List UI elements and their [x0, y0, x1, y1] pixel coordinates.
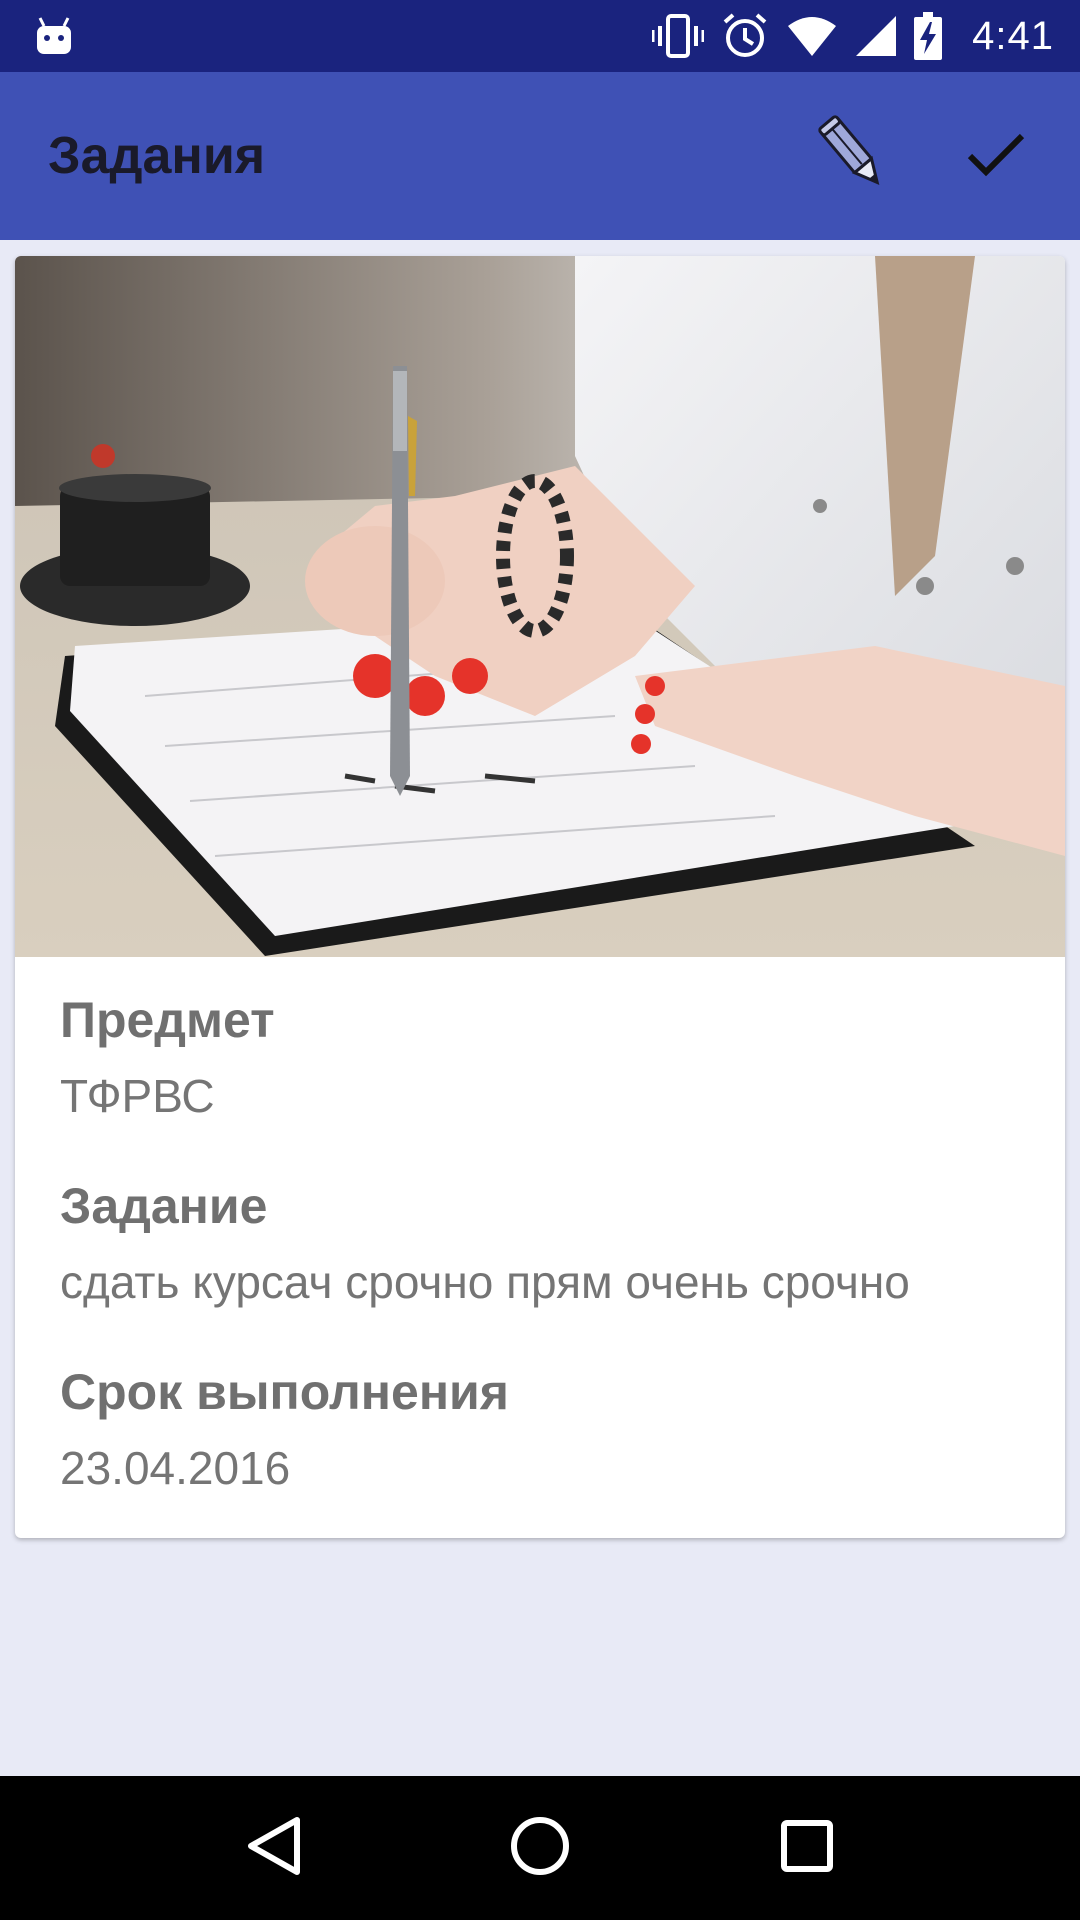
- task-details: Предмет ТФРВС Задание сдать курсач срочн…: [15, 957, 1065, 1491]
- app-title: Задания: [48, 127, 266, 185]
- recents-button[interactable]: [747, 1788, 867, 1908]
- status-bar: 4:41: [0, 0, 1080, 72]
- signal-icon: [856, 16, 897, 56]
- status-time: 4:41: [972, 13, 1054, 58]
- deadline-value: 23.04.2016: [60, 1442, 291, 1494]
- recents-icon: [779, 1818, 835, 1879]
- subject-label: Предмет: [60, 992, 275, 1048]
- wifi-icon: [786, 16, 838, 56]
- edit-button[interactable]: [792, 96, 912, 216]
- pencil-icon: [810, 112, 894, 201]
- task-card: Предмет ТФРВС Задание сдать курсач срочн…: [15, 256, 1065, 1538]
- app-bar: Задания: [0, 72, 1080, 240]
- status-right: 4:41: [652, 12, 1054, 60]
- subject-value: ТФРВС: [60, 1070, 215, 1122]
- task-label: Задание: [60, 1178, 268, 1234]
- confirm-button[interactable]: [936, 96, 1056, 216]
- back-button[interactable]: [213, 1788, 333, 1908]
- check-icon: [966, 130, 1026, 183]
- task-value: сдать курсач срочно прям очень срочно: [60, 1256, 910, 1308]
- vibrate-icon: [652, 14, 705, 58]
- battery-charging-icon: [914, 12, 943, 60]
- alarm-icon: [722, 13, 768, 59]
- navigation-bar: [0, 1776, 1080, 1920]
- status-left: [36, 16, 72, 56]
- android-notification-icon: [36, 16, 72, 56]
- back-icon: [243, 1814, 303, 1883]
- app-actions: [792, 96, 1080, 216]
- home-button[interactable]: [480, 1788, 600, 1908]
- task-photo: [15, 256, 1065, 957]
- home-icon: [508, 1814, 572, 1883]
- deadline-label: Срок выполнения: [60, 1364, 509, 1420]
